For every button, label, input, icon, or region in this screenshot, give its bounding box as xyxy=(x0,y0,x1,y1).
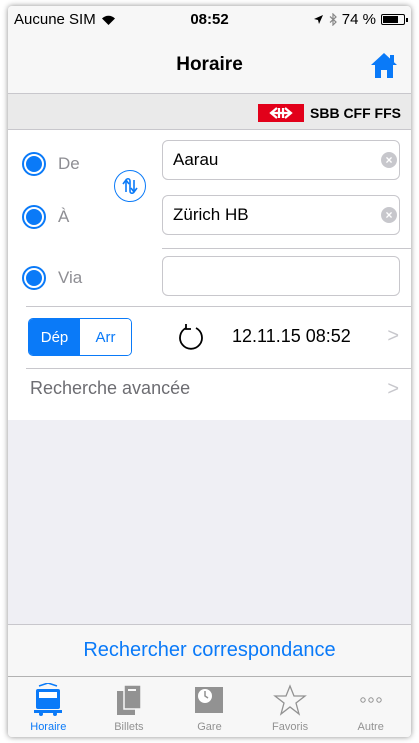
tab-label: Billets xyxy=(114,721,144,733)
sbb-brand: SBB CFF FFS xyxy=(258,104,401,122)
advanced-search-link[interactable]: Recherche avancée xyxy=(30,378,190,399)
search-bar: Rechercher correspondance xyxy=(8,624,411,676)
tab-gare[interactable]: Gare xyxy=(169,677,250,737)
home-icon xyxy=(371,53,397,78)
departure-arrival-toggle: Dép Arr xyxy=(28,318,132,356)
to-label: À xyxy=(58,207,70,226)
battery-percent: 74 % xyxy=(341,11,376,28)
refresh-icon[interactable] xyxy=(176,322,206,352)
tab-bar: Horaire Billets Gare Favoris Autre xyxy=(8,676,411,737)
station-clock-icon xyxy=(195,687,224,713)
tab-label: Favoris xyxy=(272,721,309,733)
home-button[interactable] xyxy=(369,50,399,80)
via-row: Via xyxy=(22,266,82,290)
tickets-icon xyxy=(116,684,142,715)
to-clear-button[interactable]: × xyxy=(381,207,397,223)
sbb-arrows-icon xyxy=(269,107,293,119)
train-icon xyxy=(34,683,63,716)
page-title: Horaire xyxy=(176,54,243,75)
via-label: Via xyxy=(58,268,83,287)
to-input[interactable] xyxy=(162,195,400,235)
tab-label: Gare xyxy=(197,721,222,733)
swap-arrows-icon xyxy=(122,177,138,195)
from-clear-button[interactable]: × xyxy=(381,152,397,168)
tab-label: Autre xyxy=(357,721,384,733)
divider xyxy=(162,248,411,249)
tab-autre[interactable]: Autre xyxy=(330,677,411,737)
brand-strip: SBB CFF FFS xyxy=(8,94,411,130)
tab-horaire[interactable]: Horaire xyxy=(8,677,89,737)
chevron-right-icon: > xyxy=(387,325,399,347)
sbb-logo-icon xyxy=(258,104,304,122)
chevron-right-icon: > xyxy=(387,378,399,400)
swap-button[interactable] xyxy=(114,170,146,202)
star-icon xyxy=(273,684,307,716)
to-radio[interactable] xyxy=(22,205,46,229)
via-radio[interactable] xyxy=(22,266,46,290)
status-right: 74 % xyxy=(313,11,408,28)
tab-label: Horaire xyxy=(30,721,67,733)
divider xyxy=(26,368,411,369)
bluetooth-icon xyxy=(329,13,337,26)
datetime-value[interactable]: 12.11.15 08:52 xyxy=(232,326,351,347)
battery-fill xyxy=(383,16,398,23)
tab-favoris[interactable]: Favoris xyxy=(250,677,331,737)
search-connection-button[interactable]: Rechercher correspondance xyxy=(83,639,335,662)
search-form: De × À × Via Dép Arr xyxy=(8,130,411,420)
more-icon xyxy=(359,697,382,703)
from-row: De xyxy=(22,152,80,176)
from-label: De xyxy=(58,154,80,173)
from-radio[interactable] xyxy=(22,152,46,176)
location-arrow-icon xyxy=(313,15,323,24)
status-bar: Aucune SIM 08:52 74 % xyxy=(8,6,411,32)
via-input[interactable] xyxy=(162,256,400,296)
departure-segment[interactable]: Dép xyxy=(29,319,80,355)
navigation-bar: Horaire xyxy=(8,32,411,94)
to-row: À xyxy=(22,205,69,229)
brand-name: SBB CFF FFS xyxy=(310,105,401,121)
phone-screen: Aucune SIM 08:52 74 % Horaire SBB CFF FF… xyxy=(8,6,411,737)
from-input[interactable] xyxy=(162,140,400,180)
battery-icon xyxy=(381,14,408,25)
tab-billets[interactable]: Billets xyxy=(89,677,170,737)
arrival-segment[interactable]: Arr xyxy=(80,319,131,355)
divider xyxy=(26,306,411,307)
